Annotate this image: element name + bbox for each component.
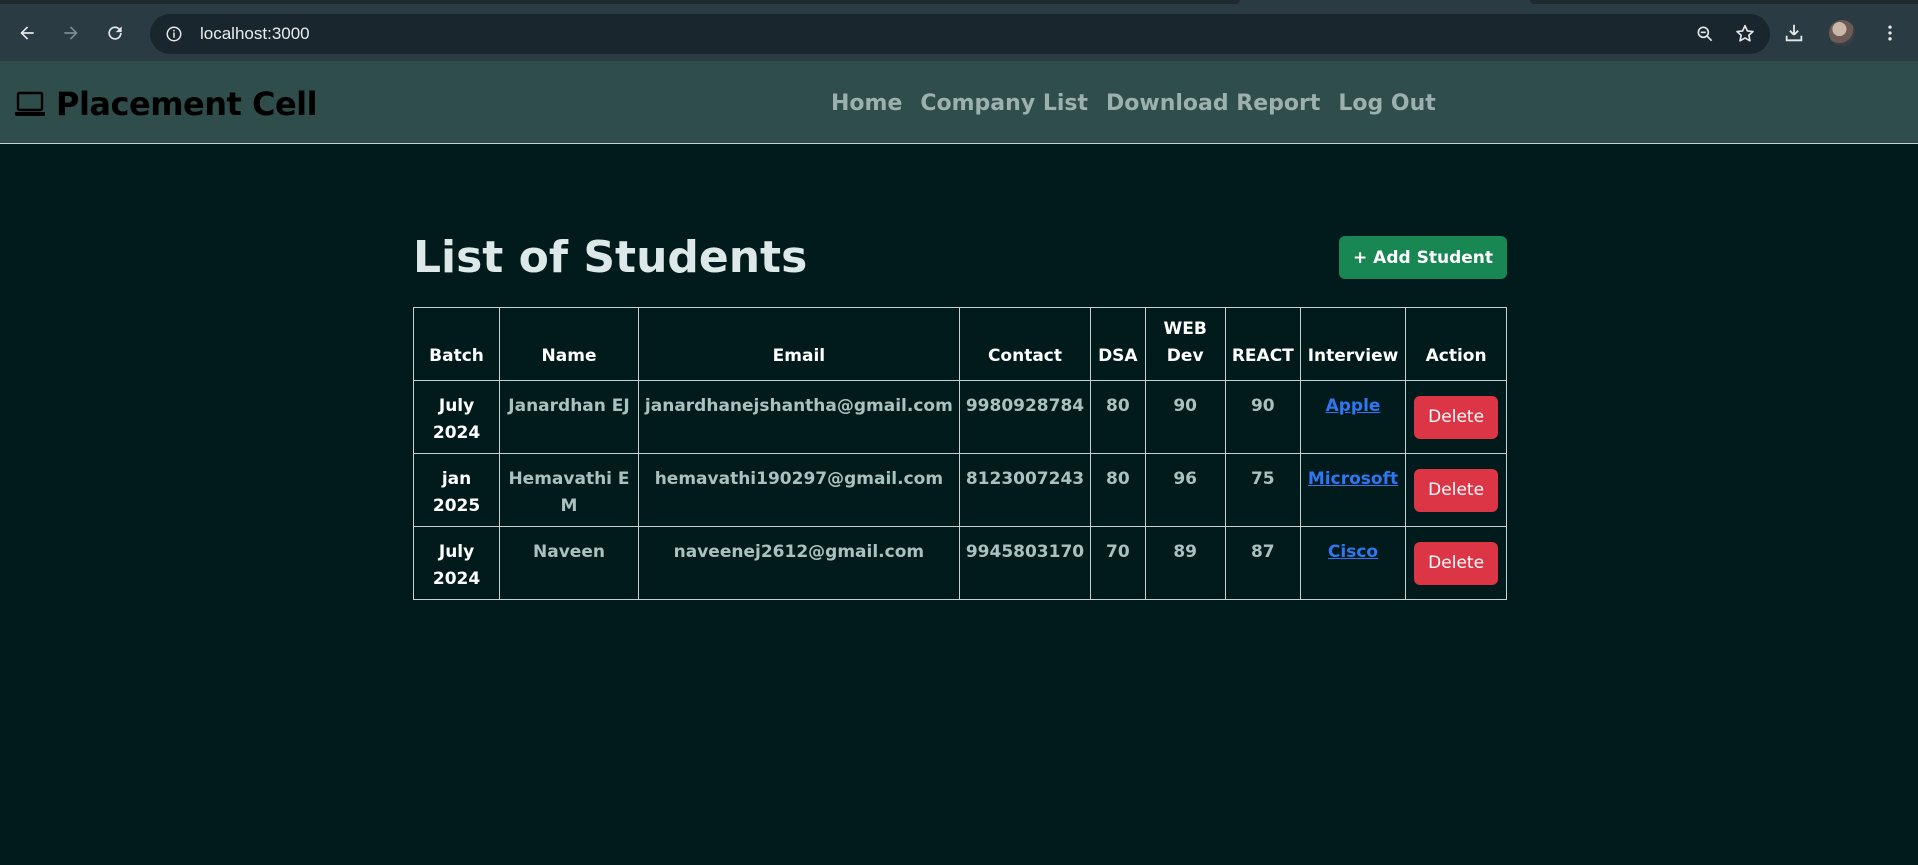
app-navbar: Placement Cell Home Company List Downloa…: [0, 61, 1918, 144]
laptop-icon: [14, 90, 46, 118]
table-header-row: Batch Name Email Contact DSA WEB Dev REA…: [412, 307, 1507, 381]
column-header-dsa: DSA: [1090, 307, 1146, 381]
nav-link-home[interactable]: Home: [831, 91, 902, 116]
cell-name: Hemavathi E M: [499, 453, 639, 527]
nav-link-download-report[interactable]: Download Report: [1106, 91, 1320, 116]
cell-contact: 9980928784: [958, 380, 1092, 454]
cell-contact: 8123007243: [958, 453, 1092, 527]
cell-email: janardhanejshantha@gmail.com: [637, 380, 960, 454]
cell-name: Janardhan EJ: [499, 380, 639, 454]
nav-link-company-list[interactable]: Company List: [920, 91, 1088, 116]
column-header-batch: Batch: [412, 307, 501, 381]
cell-action: Delete: [1405, 453, 1507, 527]
zoom-icon[interactable]: [1694, 23, 1716, 45]
main-content: List of Students + Add Student Batch Nam…: [412, 230, 1507, 600]
nav-link-log-out[interactable]: Log Out: [1338, 91, 1435, 116]
download-icon[interactable]: [1780, 16, 1808, 50]
kebab-menu-icon[interactable]: [1876, 16, 1904, 50]
profile-avatar[interactable]: [1828, 16, 1856, 50]
cell-react: 75: [1224, 453, 1301, 527]
delete-button[interactable]: Delete: [1414, 395, 1499, 439]
delete-button[interactable]: Delete: [1414, 468, 1499, 512]
cell-web-dev: 96: [1144, 453, 1226, 527]
cell-action: Delete: [1405, 380, 1507, 454]
interview-company-link[interactable]: Apple: [1326, 396, 1381, 416]
site-info-icon[interactable]: [164, 24, 184, 44]
table-row: July 2024 Naveen naveenej2612@gmail.com …: [412, 526, 1507, 600]
browser-toolbar: localhost:3000: [0, 4, 1918, 61]
cell-interview: Apple: [1299, 380, 1407, 454]
cell-email: naveenej2612@gmail.com: [637, 526, 960, 600]
cell-interview: Microsoft: [1299, 453, 1407, 527]
table-row: July 2024 Janardhan EJ janardhanejshanth…: [412, 380, 1507, 454]
cell-batch: jan 2025: [412, 453, 501, 527]
cell-react: 90: [1224, 380, 1301, 454]
cell-interview: Cisco: [1299, 526, 1407, 600]
page-header: List of Students + Add Student: [413, 230, 1507, 285]
column-header-email: Email: [637, 307, 960, 381]
interview-company-link[interactable]: Cisco: [1328, 542, 1378, 562]
cell-react: 87: [1224, 526, 1301, 600]
column-header-name: Name: [499, 307, 639, 381]
address-bar[interactable]: localhost:3000: [150, 14, 1770, 54]
avatar: [1829, 20, 1855, 46]
cell-dsa: 70: [1090, 526, 1146, 600]
table-row: jan 2025 Hemavathi E M hemavathi190297@g…: [412, 453, 1507, 527]
forward-icon[interactable]: [54, 16, 88, 50]
page-title: List of Students: [413, 232, 808, 283]
brand-title: Placement Cell: [56, 85, 318, 123]
students-table: Batch Name Email Contact DSA WEB Dev REA…: [412, 307, 1507, 600]
delete-button[interactable]: Delete: [1414, 541, 1499, 585]
cell-batch: July 2024: [412, 526, 501, 600]
url-text[interactable]: localhost:3000: [200, 24, 310, 44]
cell-name: Naveen: [499, 526, 639, 600]
add-student-button[interactable]: + Add Student: [1339, 236, 1507, 279]
column-header-react: REACT: [1224, 307, 1301, 381]
interview-company-link[interactable]: Microsoft: [1308, 469, 1398, 489]
brand[interactable]: Placement Cell: [14, 85, 318, 123]
reload-icon[interactable]: [98, 16, 132, 50]
column-header-interview: Interview: [1299, 307, 1407, 381]
cell-batch: July 2024: [412, 380, 501, 454]
column-header-web-dev: WEB Dev: [1144, 307, 1226, 381]
column-header-action: Action: [1405, 307, 1507, 381]
cell-dsa: 80: [1090, 453, 1146, 527]
back-icon[interactable]: [10, 16, 44, 50]
cell-dsa: 80: [1090, 380, 1146, 454]
column-header-contact: Contact: [958, 307, 1092, 381]
cell-contact: 9945803170: [958, 526, 1092, 600]
bookmark-star-icon[interactable]: [1734, 23, 1756, 45]
cell-email: hemavathi190297@gmail.com: [637, 453, 960, 527]
nav-links: Home Company List Download Report Log Ou…: [831, 91, 1436, 116]
cell-web-dev: 89: [1144, 526, 1226, 600]
cell-action: Delete: [1405, 526, 1507, 600]
cell-web-dev: 90: [1144, 380, 1226, 454]
